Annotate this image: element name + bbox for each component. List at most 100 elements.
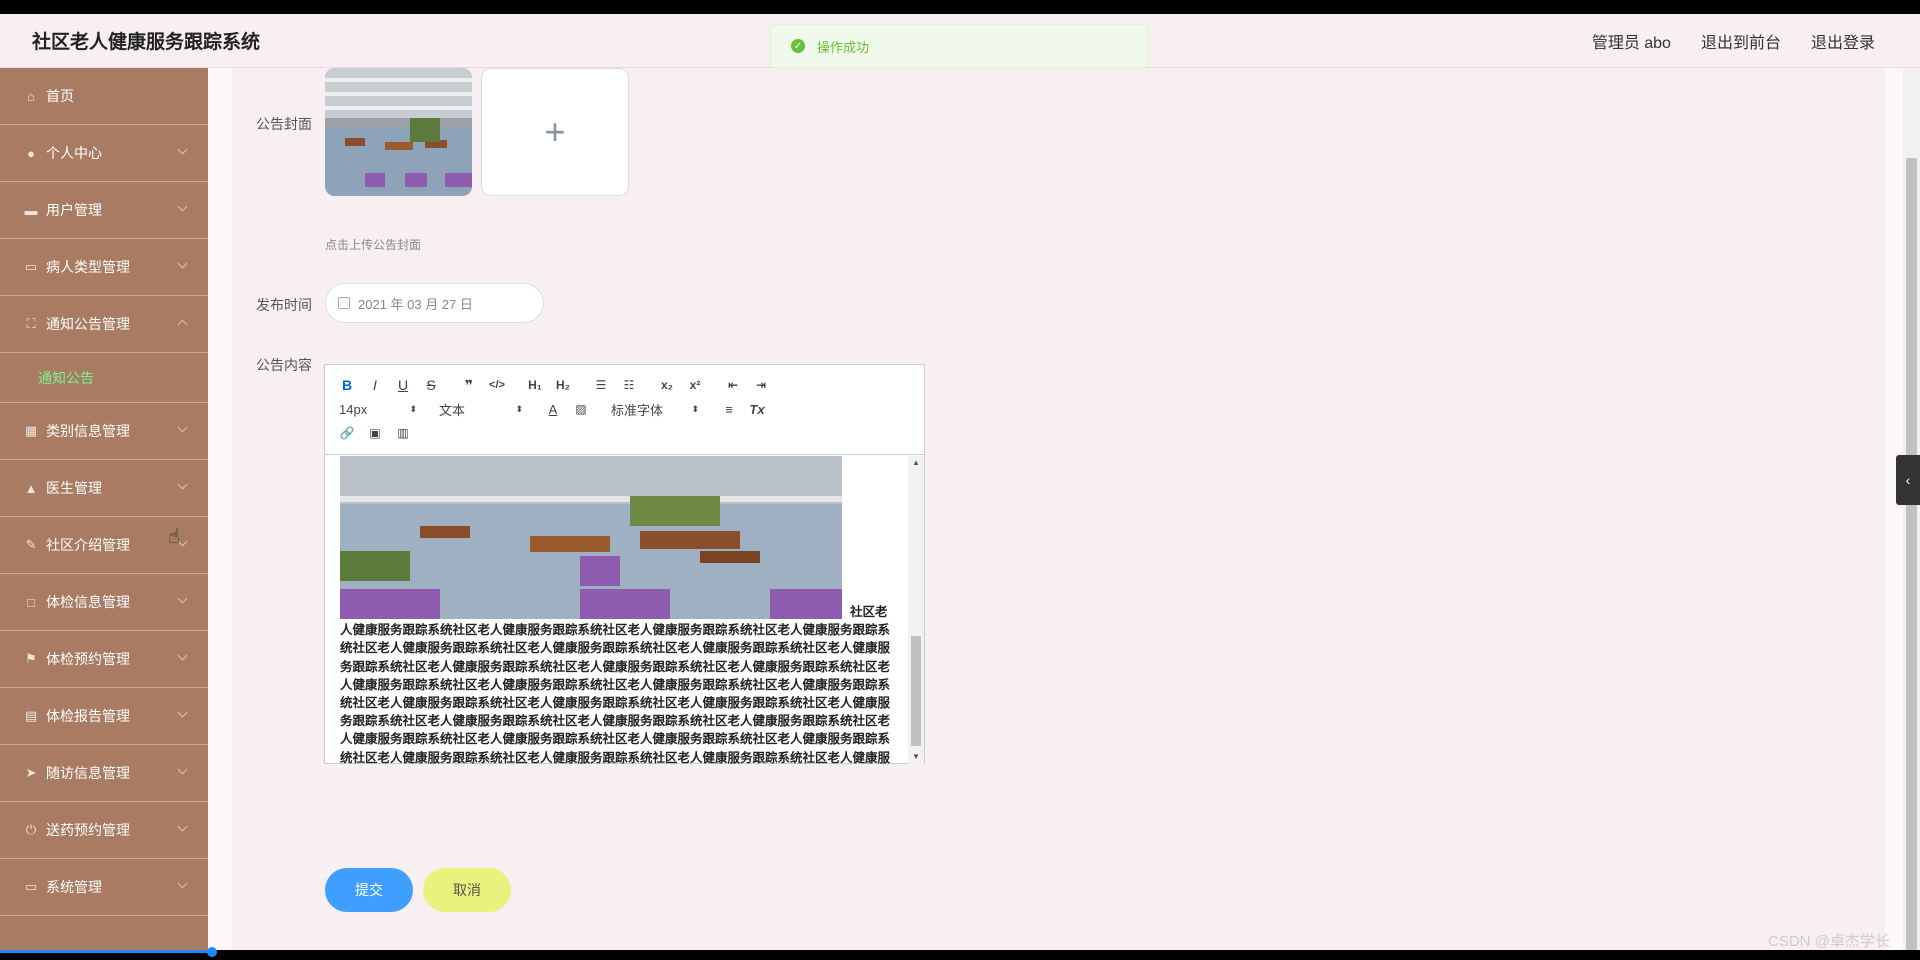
sidebar-item-followup[interactable]: ➤ 随访信息管理 [0, 745, 208, 802]
chevron-down-icon [177, 479, 188, 490]
grid-icon: ▦ [24, 423, 38, 438]
video-progress-handle[interactable] [207, 947, 217, 957]
sidebar-item-home[interactable]: ⌂ 首页 [0, 68, 208, 125]
font-family-select[interactable]: 标准字体 ⬍ [605, 399, 705, 419]
chevron-down-icon [177, 878, 188, 889]
sidebar-item-doctors[interactable]: ▲ 医生管理 [0, 460, 208, 517]
cover-upload-hint: 点击上传公告封面 [325, 238, 422, 252]
sidebar-item-label: 用户管理 [46, 202, 102, 218]
sidebar-item-checkup-info[interactable]: □ 体检信息管理 [0, 574, 208, 631]
chevron-down-icon [177, 593, 188, 604]
sidebar-item-medicine-booking[interactable]: ⏻ 送药预约管理 [0, 802, 208, 859]
publish-date-value: 2021 年 03 月 27 日 [358, 296, 473, 312]
sidebar-item-label: 个人中心 [46, 145, 102, 161]
sidebar-item-label: 类别信息管理 [46, 423, 130, 439]
edit-icon: ✎ [25, 537, 37, 552]
chevron-down-icon [177, 764, 188, 775]
monitor-icon: ▭ [24, 879, 38, 894]
sidebar-item-users[interactable]: ▬ 用户管理 [0, 182, 208, 239]
format-select[interactable]: 文本 ⬍ [433, 399, 529, 419]
select-arrows-icon: ⬍ [409, 403, 417, 414]
font-color-button[interactable]: A [539, 399, 567, 419]
square-icon: □ [27, 594, 35, 610]
heading1-button[interactable]: H₁ [521, 375, 549, 395]
video-icon[interactable]: ▥ [389, 423, 417, 443]
chevron-down-icon [177, 144, 188, 155]
chevron-down-icon [177, 201, 188, 212]
users-icon: ▬ [24, 202, 38, 218]
home-icon: ⌂ [27, 88, 35, 104]
chevron-down-icon [177, 422, 188, 433]
superscript-button[interactable]: x² [681, 375, 709, 395]
font-family-value: 标准字体 [611, 402, 664, 418]
sidebar-item-system[interactable]: ▭ 系统管理 [0, 859, 208, 916]
upload-add-button[interactable]: + [481, 68, 629, 196]
video-progress-bar[interactable] [0, 950, 212, 953]
sidebar-item-profile[interactable]: ● 个人中心 [0, 125, 208, 182]
date-label: 发布时间 [256, 297, 312, 313]
success-toast: ✓ 操作成功 [770, 24, 1148, 68]
exit-to-front-link[interactable]: 退出到前台 [1701, 29, 1781, 53]
publish-date-input[interactable]: 2021 年 03 月 27 日 [325, 283, 544, 323]
background-color-button[interactable]: ▨ [567, 399, 595, 419]
italic-button[interactable]: I [361, 375, 389, 395]
blockquote-button[interactable]: ❞ [455, 375, 483, 395]
sidebar-item-categories[interactable]: ▦ 类别信息管理 [0, 403, 208, 460]
admin-user-label[interactable]: 管理员 abo [1592, 29, 1671, 53]
indent-button[interactable]: ⇥ [747, 375, 775, 395]
ordered-list-button[interactable]: ☰ [587, 375, 615, 395]
chevron-down-icon [177, 707, 188, 718]
subscript-button[interactable]: x₂ [653, 375, 681, 395]
sidebar-subitem-label: 通知公告 [38, 369, 94, 386]
align-button[interactable]: ≡ [715, 399, 743, 419]
code-block-button[interactable]: </> [483, 375, 511, 395]
bold-button[interactable]: B [333, 375, 361, 395]
sidebar-item-label: 医生管理 [46, 480, 102, 496]
font-size-value: 14px [339, 401, 368, 417]
sidebar-item-label: 体检报告管理 [46, 708, 130, 724]
sidebar-item-notices[interactable]: ⛶ 通知公告管理 [0, 296, 208, 353]
submit-button[interactable]: 提交 [325, 868, 413, 912]
sidebar-item-label: 通知公告管理 [46, 316, 130, 332]
format-value: 文本 [439, 402, 466, 418]
sidebar-item-checkup-booking[interactable]: ⚑ 体检预约管理 [0, 631, 208, 688]
collapse-panel-tab[interactable]: ‹ [1896, 455, 1920, 505]
image-icon[interactable]: ▣ [361, 423, 389, 443]
sidebar-item-label: 体检信息管理 [46, 594, 130, 610]
page-scrollbar-thumb[interactable] [1906, 158, 1917, 950]
cancel-button[interactable]: 取消 [423, 868, 511, 912]
select-arrows-icon: ⬍ [691, 403, 699, 414]
sidebar-item-checkup-report[interactable]: ▤ 体检报告管理 [0, 688, 208, 745]
outdent-button[interactable]: ⇤ [719, 375, 747, 395]
clear-format-button[interactable]: Tx [743, 399, 771, 419]
font-size-select[interactable]: 14px ⬍ [333, 399, 423, 419]
editor-content[interactable]: 社区老人健康服务跟踪系统社区老人健康服务跟踪系统社区老人健康服务跟踪系统社区老人… [325, 456, 910, 764]
sidebar-item-label: 首页 [46, 88, 74, 104]
underline-button[interactable]: U [389, 375, 417, 395]
cover-image[interactable] [325, 68, 472, 196]
sidebar-item-label: 社区介绍管理 [46, 537, 130, 553]
chevron-down-icon [177, 821, 188, 832]
scroll-down-icon[interactable]: ▼ [912, 752, 920, 761]
page-scrollbar[interactable] [1903, 68, 1920, 950]
scroll-up-icon[interactable]: ▲ [912, 458, 920, 467]
editor-scrollbar[interactable]: ▲ ▼ [908, 456, 924, 764]
logout-link[interactable]: 退出登录 [1811, 29, 1875, 53]
sidebar-subitem-notice[interactable]: 通知公告 [0, 353, 208, 403]
top-black-bar [0, 0, 1920, 14]
sidebar: ⌂ 首页 ● 个人中心 ▬ 用户管理 ▭ 病人类型管理 ⛶ 通知公告管理 通知公… [0, 68, 208, 950]
sidebar-item-patient-types[interactable]: ▭ 病人类型管理 [0, 239, 208, 296]
editor-scrollbar-thumb[interactable] [911, 636, 921, 746]
user-icon: ● [27, 145, 35, 161]
rich-text-editor: B I U S ❞ </> H₁ H₂ ☰ ☷ x₂ x² ⇤ ⇥ 14px ⬍ [324, 364, 925, 764]
link-icon[interactable]: 🔗 [333, 423, 361, 443]
strikethrough-button[interactable]: S [417, 375, 445, 395]
heading2-button[interactable]: H₂ [549, 375, 577, 395]
power-icon: ⏻ [25, 822, 37, 837]
bullet-list-button[interactable]: ☷ [615, 375, 643, 395]
flag-icon: ⚑ [25, 651, 37, 666]
chevron-up-icon [177, 319, 188, 330]
app-title: 社区老人健康服务跟踪系统 [32, 32, 261, 53]
content-label: 公告内容 [256, 357, 312, 373]
doctor-icon: ▲ [24, 480, 38, 496]
